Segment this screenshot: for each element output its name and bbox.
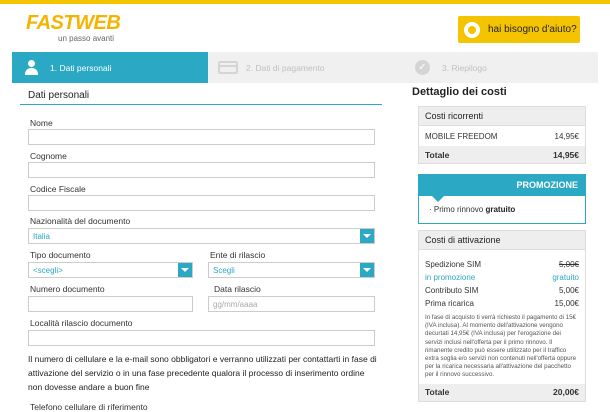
promo-text: Primo rinnovo bbox=[433, 205, 484, 214]
numero-documento-field[interactable] bbox=[28, 296, 193, 312]
cognome-label: Cognome bbox=[30, 151, 67, 161]
form-section-title: Dati personali bbox=[20, 86, 382, 105]
activation-costs-box: Costi di attivazione Spedizione SIM 5,00… bbox=[418, 230, 586, 402]
step-label: 1. Dati personali bbox=[50, 62, 112, 73]
activation-row-label: Prima ricarica bbox=[425, 299, 474, 308]
activation-row: Prima ricarica 15,00€ bbox=[419, 297, 585, 310]
step-label: 2. Dati di pagamento bbox=[246, 62, 325, 73]
codice-fiscale-label: Codice Fiscale bbox=[30, 184, 86, 194]
credit-card-icon bbox=[218, 61, 238, 74]
ente-label: Ente di rilascio bbox=[210, 250, 266, 260]
chevron-down-icon bbox=[360, 263, 374, 277]
ente-value: Scegli bbox=[213, 266, 235, 275]
step-dati-pagamento[interactable]: 2. Dati di pagamento bbox=[208, 52, 404, 83]
chevron-down-icon bbox=[178, 263, 192, 277]
activation-row-value: gratuito bbox=[552, 273, 579, 282]
tipo-documento-select[interactable]: <scegli> bbox=[28, 262, 193, 278]
recurring-total-row: Totale 14,95€ bbox=[419, 146, 585, 163]
user-icon bbox=[24, 60, 38, 75]
tipo-documento-label: Tipo documento bbox=[30, 250, 91, 260]
nazionalita-value: Italia bbox=[33, 232, 50, 241]
recurring-cost-label: MOBILE FREEDOM bbox=[425, 131, 498, 141]
codice-fiscale-field[interactable] bbox=[28, 195, 375, 211]
activation-row-value: 5,00€ bbox=[558, 260, 579, 269]
activation-fine-print: In fase di acquisto ti verrà richiesto i… bbox=[425, 314, 577, 379]
step-riepilogo[interactable]: ✓ 3. Riepilogo bbox=[404, 52, 598, 83]
recurring-costs-box: Costi ricorrenti MOBILE FREEDOM 14,95€ T… bbox=[418, 106, 586, 164]
checkmark-icon: ✓ bbox=[415, 60, 430, 75]
activation-row: Spedizione SIM 5,00€ bbox=[419, 258, 585, 271]
activation-total-row: Totale 20,00€ bbox=[419, 383, 585, 401]
cognome-field[interactable] bbox=[28, 162, 375, 178]
fastweb-logo[interactable]: FASTWEB bbox=[26, 12, 121, 35]
localita-label: Località rilascio documento bbox=[30, 318, 133, 328]
activation-total-label: Totale bbox=[425, 387, 450, 398]
recurring-total-value: 14,95€ bbox=[553, 149, 579, 160]
activation-row-label: Spedizione SIM bbox=[425, 260, 482, 269]
header: FASTWEB un passo avanti hai bisogno d'ai… bbox=[0, 4, 610, 52]
help-button[interactable]: hai bisogno d'aiuto? bbox=[458, 16, 580, 43]
tipo-documento-value: <scegli> bbox=[33, 266, 63, 275]
recurring-cost-value: 14,95€ bbox=[554, 131, 579, 141]
data-rilascio-label: Data rilascio bbox=[214, 284, 261, 294]
promo-banner: PROMOZIONE bbox=[418, 174, 586, 196]
cost-summary-title: Dettaglio dei costi bbox=[412, 86, 507, 98]
activation-row-promo: in promozione gratuito bbox=[419, 271, 585, 284]
promo-notch bbox=[432, 196, 444, 202]
recurring-cost-row: MOBILE FREEDOM 14,95€ bbox=[419, 126, 585, 146]
data-rilascio-placeholder: gg/mm/aaaa bbox=[213, 300, 258, 309]
help-button-label: hai bisogno d'aiuto? bbox=[488, 24, 577, 35]
promo-text-bold: gratuito bbox=[485, 205, 516, 214]
step-dati-personali[interactable]: 1. Dati personali bbox=[12, 52, 208, 83]
recurring-total-label: Totale bbox=[425, 149, 450, 160]
logo-tagline: un passo avanti bbox=[58, 34, 115, 43]
ente-select[interactable]: Scegli bbox=[208, 262, 375, 278]
cost-summary: Dettaglio dei costi bbox=[412, 86, 586, 102]
step-label: 3. Riepilogo bbox=[442, 62, 487, 73]
contact-notice: Il numero di cellulare e la e-mail sono … bbox=[28, 354, 377, 392]
telefono-label: Telefono cellulare di riferimento bbox=[30, 402, 148, 412]
activation-row-value: 15,00€ bbox=[554, 299, 579, 308]
numero-documento-label: Numero documento bbox=[30, 284, 105, 294]
activation-row-label: in promozione bbox=[425, 273, 476, 282]
activation-costs-title: Costi di attivazione bbox=[419, 231, 585, 250]
activation-row-label: Contributo SIM bbox=[425, 286, 479, 295]
activation-total-value: 20,00€ bbox=[553, 387, 579, 398]
nazionalita-label: Nazionalità del documento bbox=[30, 216, 131, 226]
nome-label: Nome bbox=[30, 118, 53, 128]
data-rilascio-field[interactable]: gg/mm/aaaa bbox=[208, 296, 375, 312]
activation-row: Contributo SIM 5,00€ bbox=[419, 284, 585, 297]
nazionalita-select[interactable]: Italia bbox=[28, 228, 375, 244]
nome-field[interactable] bbox=[28, 129, 375, 145]
localita-field[interactable] bbox=[28, 330, 375, 346]
chevron-down-icon bbox=[360, 229, 374, 243]
recurring-costs-title: Costi ricorrenti bbox=[419, 107, 585, 126]
checkout-steps: 1. Dati personali 2. Dati di pagamento ✓… bbox=[12, 52, 598, 83]
activation-row-value: 5,00€ bbox=[558, 286, 579, 295]
lifebuoy-icon bbox=[464, 21, 480, 38]
personal-data-form: Dati personali bbox=[20, 86, 382, 105]
